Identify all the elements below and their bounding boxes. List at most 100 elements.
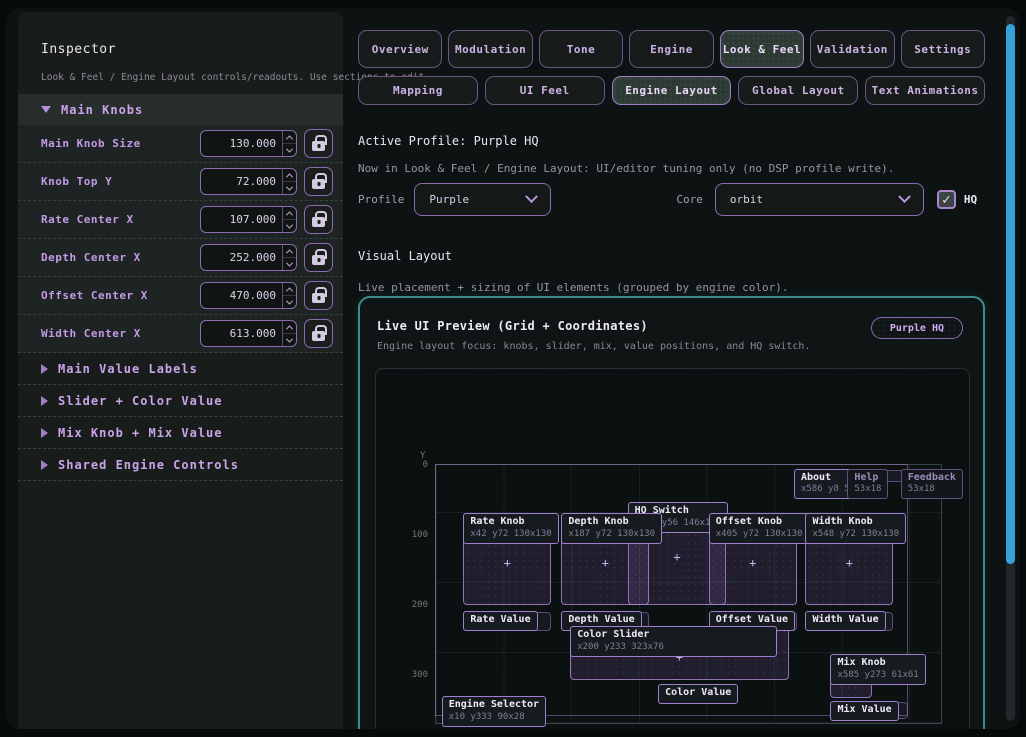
scrollbar-thumb[interactable]	[1006, 24, 1015, 564]
element-name: Mix Knob	[837, 657, 918, 670]
chevron-down-icon	[898, 190, 911, 203]
section-header-shared-engine-controls[interactable]: Shared Engine Controls	[18, 449, 343, 481]
preview-el-color-slider-label: Color Sliderx200 y233 323x76	[570, 626, 776, 657]
spin-down-button[interactable]	[283, 296, 296, 308]
lock-button[interactable]	[304, 205, 333, 234]
section-header-main-value-labels[interactable]: Main Value Labels	[18, 353, 343, 385]
subtab-text-animations[interactable]: Text Animations	[865, 76, 985, 105]
lock-button[interactable]	[304, 167, 333, 196]
element-coords: 53x18	[908, 484, 956, 495]
visual-layout-description: Live placement + sizing of UI elements (…	[358, 281, 788, 294]
lock-button[interactable]	[304, 243, 333, 272]
preview-subtitle: Engine layout focus: knobs, slider, mix,…	[377, 341, 810, 352]
element-name: Engine Selector	[449, 699, 539, 712]
element-coords: x200 y233 323x76	[577, 642, 769, 653]
tab-tone[interactable]: Tone	[539, 30, 623, 68]
spin-down-button[interactable]	[283, 144, 296, 156]
element-coords: x10 y333 90x28	[449, 712, 539, 723]
field-value: 72.000	[236, 175, 276, 188]
chevron-down-icon	[286, 259, 293, 266]
lock-button[interactable]	[304, 319, 333, 348]
chevron-up-icon	[286, 249, 293, 256]
field-row-main-knob-size: Main Knob Size 130.000	[18, 125, 343, 163]
spin-up-button[interactable]	[283, 321, 296, 334]
lock-button[interactable]	[304, 281, 333, 310]
preview-title: Live UI Preview (Grid + Coordinates)	[377, 319, 648, 333]
field-value: 130.000	[230, 137, 276, 150]
spin-up-button[interactable]	[283, 283, 296, 296]
field-value: 470.000	[230, 289, 276, 302]
section-label: Main Knobs	[61, 103, 143, 117]
tab-look-feel[interactable]: Look & Feel	[720, 30, 804, 68]
element-name: Depth Knob	[568, 516, 655, 529]
center-marker-icon: +	[673, 550, 680, 564]
tab-settings[interactable]: Settings	[901, 30, 985, 68]
core-select[interactable]: orbit	[715, 183, 924, 216]
lock-button[interactable]	[304, 129, 333, 158]
spin-up-button[interactable]	[283, 169, 296, 182]
element-name: Feedback	[908, 472, 956, 485]
spin-up-button[interactable]	[283, 207, 296, 220]
section-header-slider-color-value[interactable]: Slider + Color Value	[18, 385, 343, 417]
field-list: Main Knob Size 130.000 Knob Top Y72.000 Rat…	[18, 125, 343, 353]
chevron-down-icon	[286, 145, 293, 152]
chevron-right-icon	[41, 364, 48, 374]
number-input[interactable]: 130.000	[200, 130, 297, 157]
scrollbar-track[interactable]	[1006, 16, 1015, 721]
center-marker-icon: +	[749, 556, 756, 570]
preview-el-rate-value-label: Rate Value	[463, 611, 537, 631]
element-name: Width Value	[812, 614, 878, 627]
subtab-global-layout[interactable]: Global Layout	[738, 76, 858, 105]
spin-up-button[interactable]	[283, 131, 296, 144]
preview-el-color-value-label: Color Value	[658, 684, 738, 704]
field-label: Depth Center X	[41, 251, 200, 264]
field-row-knob-top-y: Knob Top Y72.000	[18, 163, 343, 201]
number-input[interactable]: 252.000	[200, 244, 297, 271]
field-label: Main Knob Size	[41, 137, 200, 150]
hq-checkbox-label: HQ	[964, 193, 977, 206]
element-coords: x405 y72 130x130	[716, 529, 803, 540]
profile-select[interactable]: Purple	[414, 183, 551, 216]
spin-down-button[interactable]	[283, 258, 296, 270]
tab-modulation[interactable]: Modulation	[448, 30, 532, 68]
field-value: 107.000	[230, 213, 276, 226]
preview-el-width-knob-label: Width Knobx548 y72 130x130	[805, 513, 906, 544]
section-header-mix-knob-mix-value[interactable]: Mix Knob + Mix Value	[18, 417, 343, 449]
field-label: Rate Center X	[41, 213, 200, 226]
element-coords: x187 y72 130x130	[568, 529, 655, 540]
subtab-ui-feel[interactable]: UI Feel	[485, 76, 605, 105]
subtab-engine-layout[interactable]: Engine Layout	[612, 76, 732, 105]
subtab-mapping[interactable]: Mapping	[358, 76, 478, 105]
number-input[interactable]: 107.000	[200, 206, 297, 233]
spinner	[282, 283, 296, 308]
number-input[interactable]: 470.000	[200, 282, 297, 309]
chevron-up-icon	[286, 135, 293, 142]
spin-down-button[interactable]	[283, 334, 296, 346]
element-name: Rate Value	[470, 614, 530, 627]
spin-up-button[interactable]	[283, 245, 296, 258]
center-marker-icon: +	[846, 556, 853, 570]
element-name: Mix Value	[837, 704, 891, 717]
element-name: Rate Knob	[470, 516, 551, 529]
spin-down-button[interactable]	[283, 182, 296, 194]
spinner	[282, 169, 296, 194]
lock-icon	[312, 179, 325, 189]
primary-tab-bar: OverviewModulationToneEngineLook & FeelV…	[358, 30, 985, 68]
preview-el-rate-knob-label: Rate Knobx42 y72 130x130	[463, 513, 558, 544]
tab-overview[interactable]: Overview	[358, 30, 442, 68]
chevron-right-icon	[41, 428, 48, 438]
hq-checkbox[interactable]: ✓	[937, 190, 956, 209]
tab-engine[interactable]: Engine	[629, 30, 713, 68]
profile-select-value: Purple	[429, 193, 469, 206]
tab-validation[interactable]: Validation	[810, 30, 894, 68]
element-coords: 53x18	[854, 484, 881, 495]
chevron-down-icon	[41, 106, 51, 113]
lock-icon	[312, 331, 325, 341]
live-preview-panel: Live UI Preview (Grid + Coordinates) Eng…	[358, 296, 985, 729]
element-name: Width Knob	[812, 516, 899, 529]
number-input[interactable]: 613.000	[200, 320, 297, 347]
number-input[interactable]: 72.000	[200, 168, 297, 195]
section-header-main-knobs[interactable]: Main Knobs	[18, 94, 343, 125]
spin-down-button[interactable]	[283, 220, 296, 232]
preview-el-engine-selector-label: Engine Selectorx10 y333 90x28	[442, 696, 546, 727]
